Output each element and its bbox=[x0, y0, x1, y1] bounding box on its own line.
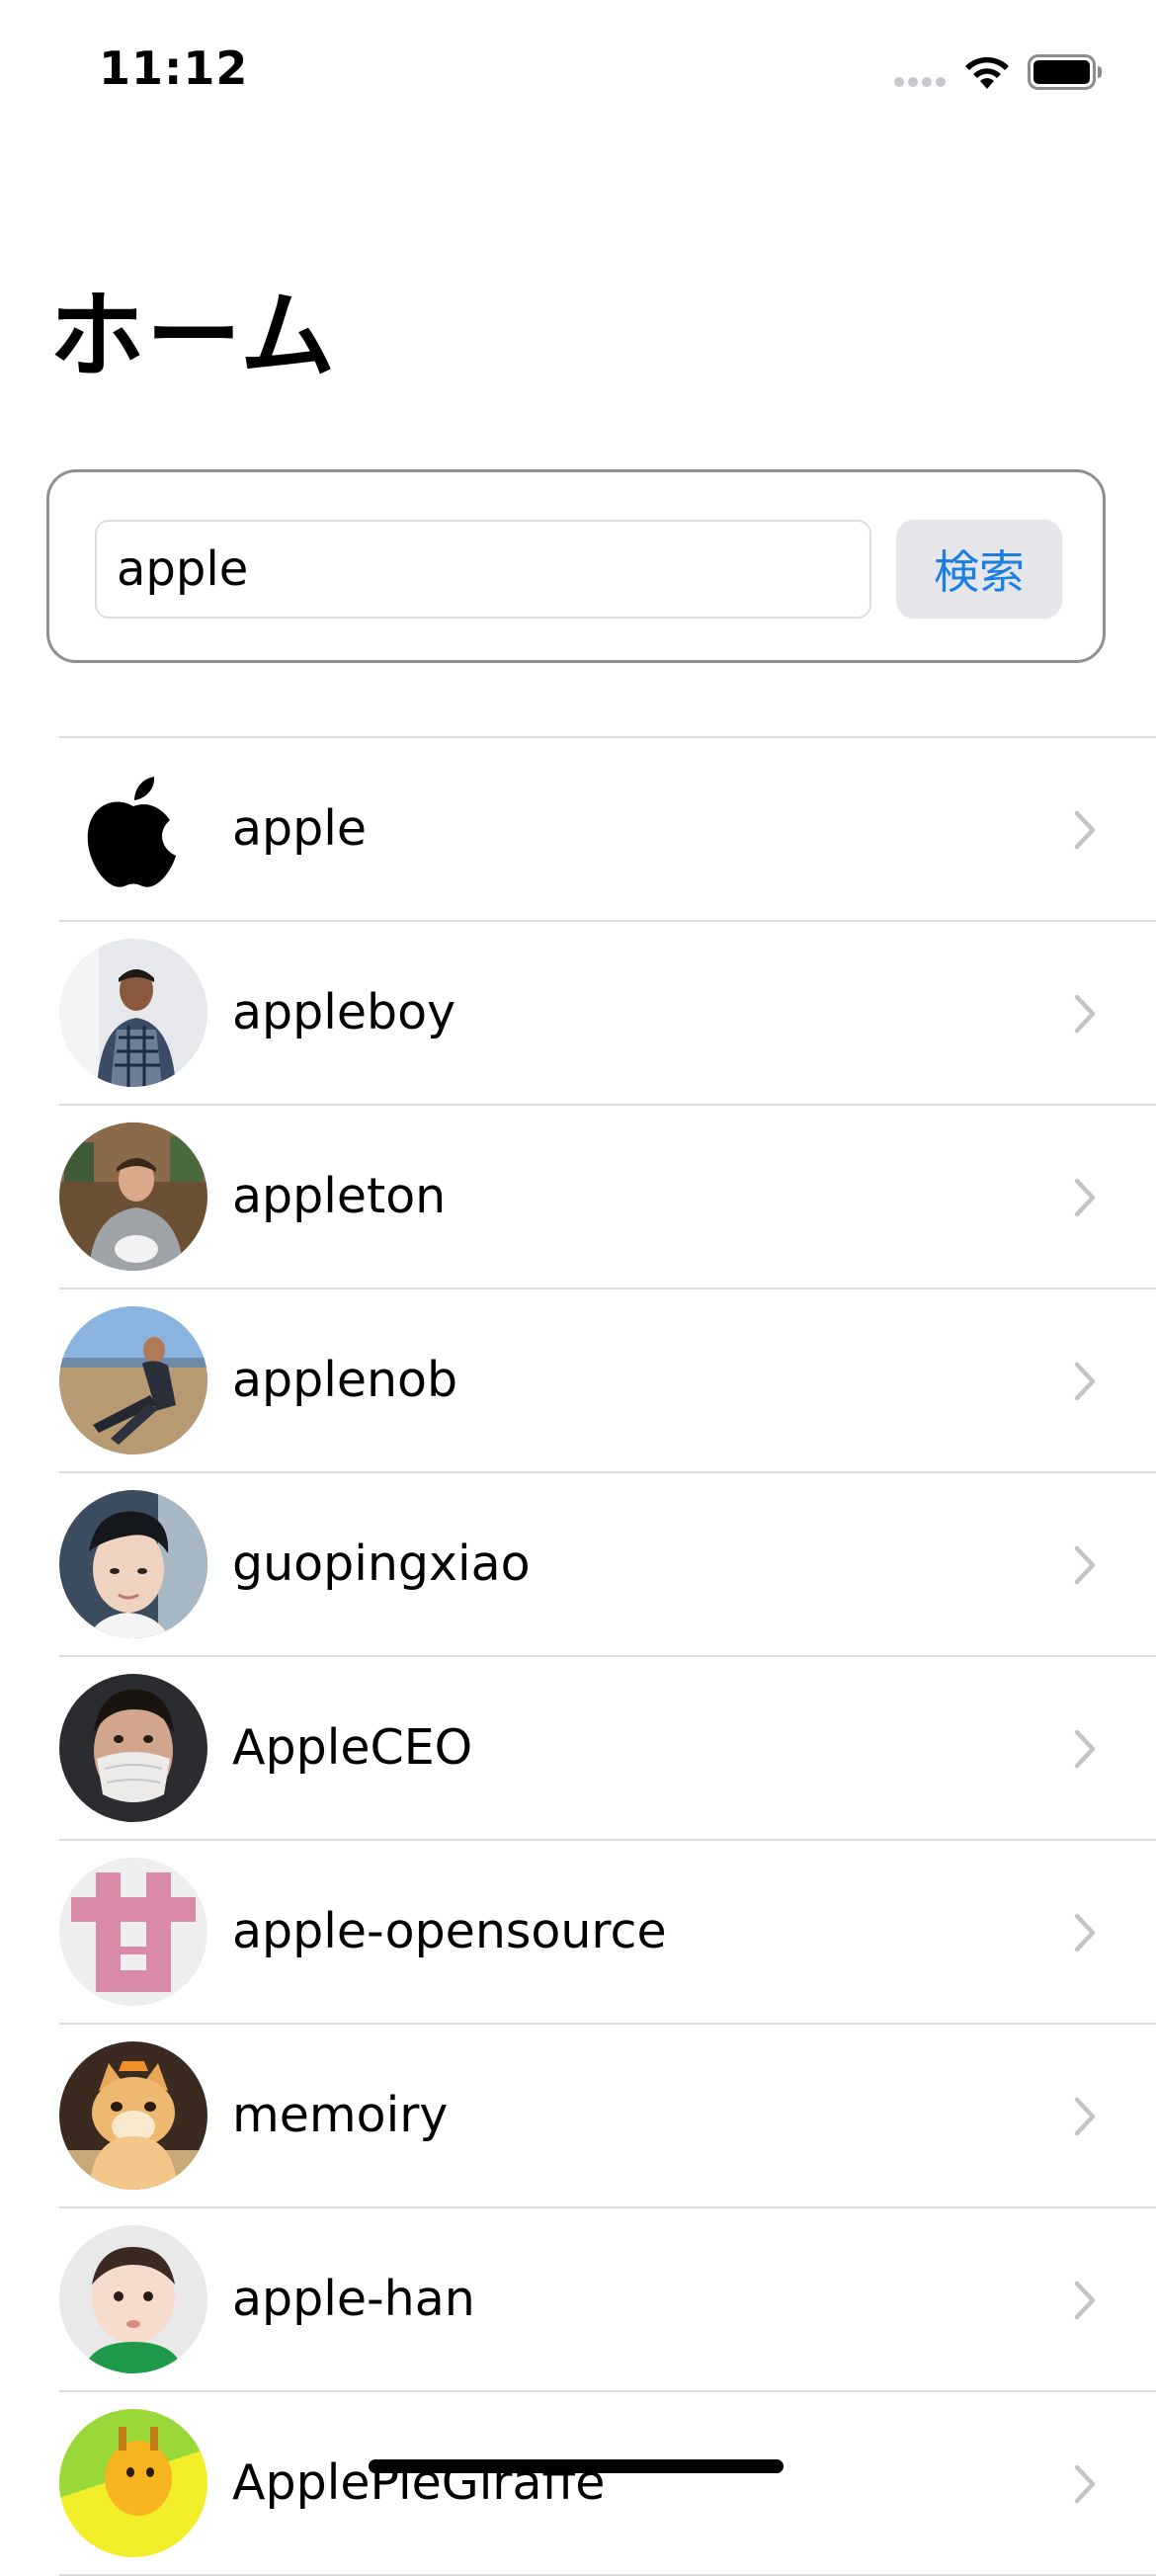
identicon-avatar bbox=[59, 1858, 207, 2006]
baby-photo-avatar bbox=[59, 2225, 207, 2373]
chevron-right-icon bbox=[1074, 2464, 1096, 2504]
list-item[interactable]: apple-han bbox=[59, 2208, 1156, 2392]
user-name: AppleCEO bbox=[232, 1719, 473, 1776]
list-item[interactable]: appleboy bbox=[59, 922, 1156, 1106]
apple-logo-icon bbox=[59, 755, 207, 903]
chevron-right-icon bbox=[1074, 2281, 1096, 2320]
home-indicator[interactable] bbox=[369, 2459, 784, 2473]
list-item[interactable]: memoiry bbox=[59, 2025, 1156, 2208]
list-item[interactable]: AppleCEO bbox=[59, 1657, 1156, 1841]
user-name: memoiry bbox=[232, 2087, 449, 2143]
chevron-right-icon bbox=[1074, 994, 1096, 1034]
chevron-right-icon bbox=[1074, 1178, 1096, 1217]
person-photo-avatar bbox=[59, 1490, 207, 1638]
user-list: apple appleboy appleton applenob guoping… bbox=[59, 736, 1156, 2576]
user-name: apple bbox=[232, 800, 367, 857]
user-name: apple-han bbox=[232, 2271, 475, 2327]
list-item[interactable]: appleton bbox=[59, 1106, 1156, 1289]
user-name: guopingxiao bbox=[232, 1536, 531, 1592]
list-item[interactable]: ApplePieGiraffe bbox=[59, 2392, 1156, 2576]
person-photo-avatar bbox=[59, 1674, 207, 1822]
battery-icon bbox=[1028, 54, 1102, 90]
chevron-right-icon bbox=[1074, 810, 1096, 850]
chevron-right-icon bbox=[1074, 1913, 1096, 1953]
wifi-icon bbox=[965, 56, 1009, 89]
chevron-right-icon bbox=[1074, 2097, 1096, 2136]
user-name: ApplePieGiraffe bbox=[232, 2454, 606, 2511]
user-name: applenob bbox=[232, 1352, 458, 1408]
chevron-right-icon bbox=[1074, 1729, 1096, 1769]
status-bar: 11:12 bbox=[0, 0, 1156, 148]
list-item[interactable]: guopingxiao bbox=[59, 1473, 1156, 1657]
user-name: appleboy bbox=[232, 984, 456, 1040]
chevron-right-icon bbox=[1074, 1545, 1096, 1585]
search-button[interactable]: 検索 bbox=[896, 520, 1062, 619]
chevron-right-icon bbox=[1074, 1362, 1096, 1401]
person-photo-avatar bbox=[59, 1306, 207, 1454]
status-time: 11:12 bbox=[99, 42, 249, 95]
list-item[interactable]: applenob bbox=[59, 1289, 1156, 1473]
list-item[interactable]: apple bbox=[59, 738, 1156, 922]
person-photo-avatar bbox=[59, 939, 207, 1087]
person-photo-avatar bbox=[59, 1122, 207, 1271]
giraffe-avatar bbox=[59, 2409, 207, 2557]
cellular-signal-icon bbox=[894, 77, 948, 91]
user-name: apple-opensource bbox=[232, 1903, 667, 1959]
search-input[interactable] bbox=[95, 520, 871, 619]
search-card: 検索 bbox=[46, 469, 1106, 663]
page-title: ホーム bbox=[49, 281, 338, 391]
cat-photo-avatar bbox=[59, 2041, 207, 2190]
user-name: appleton bbox=[232, 1168, 447, 1224]
list-item[interactable]: apple-opensource bbox=[59, 1841, 1156, 2025]
